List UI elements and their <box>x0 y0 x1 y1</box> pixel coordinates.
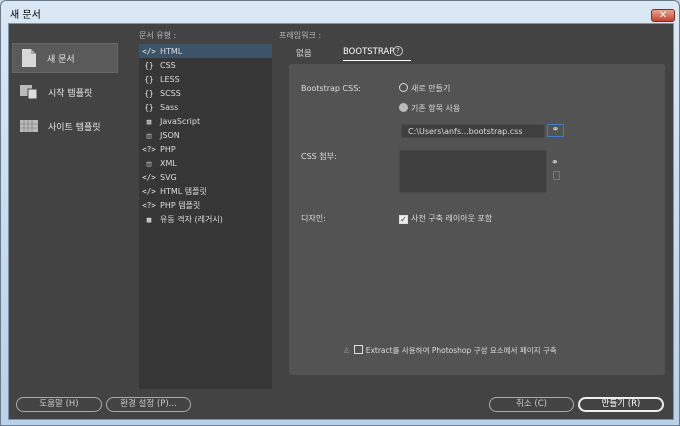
doc-type-label: 유동 격자 (레거시) <box>160 214 223 224</box>
doc-type-icon: ▦ <box>146 214 152 224</box>
doc-type-icon: {} <box>144 74 154 84</box>
extract-icon: ♙ <box>343 346 350 355</box>
design-label: 디자인: <box>301 214 326 223</box>
doc-type-item[interactable]: {} SCSS <box>139 86 272 100</box>
doc-type-icon: ◫ <box>146 130 152 140</box>
doc-type-label: JSON <box>160 130 180 140</box>
doc-type-icon: {} <box>144 102 154 112</box>
radio-create-new[interactable]: 새로 만들기 <box>399 83 450 94</box>
doc-type-label: PHP <box>160 144 176 154</box>
doc-type-item[interactable]: <?> PHP 템플릿 <box>139 198 272 212</box>
doc-type-item[interactable]: {} Sass <box>139 100 272 114</box>
doc-type-item[interactable]: </> SVG <box>139 170 272 184</box>
prebuilt-layout-checkbox[interactable]: ✓ 사전 구축 레이아웃 포함 <box>399 213 492 224</box>
doc-type-label: Sass <box>160 102 179 112</box>
dialog-content: 새 문서 시작 템플릿 사이트 템플릿 문서 유형 : </> HTML {} CSS… <box>8 23 674 420</box>
doc-type-icon: </> <box>142 172 156 182</box>
doc-type-icon: </> <box>142 46 156 56</box>
doc-type-icon: ◫ <box>146 158 152 168</box>
bootstrap-css-label: Bootstrap CSS: <box>301 84 361 93</box>
sidebar-item-site-templates[interactable]: 사이트 템플릿 <box>12 111 118 141</box>
trash-icon[interactable] <box>553 171 560 180</box>
bootstrap-panel: Bootstrap CSS: 새로 만들기 기존 항목 사용 C:\Users\… <box>289 64 665 375</box>
sidebar-item-label: 시작 템플릿 <box>48 88 93 99</box>
doc-type-label: SCSS <box>160 88 181 98</box>
link-icon[interactable]: ⚭ <box>547 124 564 137</box>
radio-icon <box>399 83 408 92</box>
tab-none[interactable]: 없음 <box>296 47 312 59</box>
tab-label: BOOTSTRAP <box>343 47 395 57</box>
sidebar-item-label: 사이트 템플릿 <box>48 122 101 133</box>
doc-type-list[interactable]: </> HTML {} CSS {} LESS {} SCSS {} Sass ▨ JavaScrip… <box>139 44 272 389</box>
doc-type-item[interactable]: ◫ XML <box>139 156 272 170</box>
css-attach-label: CSS 첨부: <box>301 152 337 161</box>
checkbox-label: Extract를 사용하여 Photoshop 구성 요소에서 페이지 구축 <box>365 346 557 355</box>
doc-type-label: CSS <box>160 60 176 70</box>
doc-type-icon: </> <box>142 186 156 196</box>
checkbox-icon <box>353 345 363 354</box>
doc-type-item[interactable]: {} LESS <box>139 72 272 86</box>
help-icon[interactable]: ? <box>393 46 403 56</box>
checkbox-label: 사전 구축 레이아웃 포함 <box>411 214 493 223</box>
doc-type-label: LESS <box>160 74 180 84</box>
doc-type-label: JavaScript <box>160 116 201 126</box>
checkmark-icon: ✓ <box>399 215 408 224</box>
window-title: 새 문서 <box>10 10 41 21</box>
starter-templates-icon <box>20 85 38 100</box>
doc-type-icon: {} <box>144 60 154 70</box>
site-templates-icon <box>20 120 38 132</box>
css-path-field[interactable]: C:\Users\anfs...bootstrap.css <box>401 124 545 138</box>
dialog-window: 새 문서 ✕ 새 문서 시작 템플릿 사이트 템플릿 문서 유형 : </> HT… <box>0 0 680 426</box>
radio-use-existing[interactable]: 기존 항목 사용 <box>399 103 460 114</box>
radio-icon <box>399 103 408 112</box>
doc-type-icon: {} <box>144 88 154 98</box>
radio-label: 새로 만들기 <box>411 84 451 93</box>
sidebar-item-new-document[interactable]: 새 문서 <box>12 43 118 73</box>
close-icon[interactable]: ✕ <box>651 9 675 22</box>
doc-type-item[interactable]: </> HTML <box>139 44 272 58</box>
doc-type-item[interactable]: {} CSS <box>139 58 272 72</box>
create-button[interactable]: 만들기 (R) <box>578 397 664 412</box>
radio-label: 기존 항목 사용 <box>411 104 461 113</box>
doc-type-item[interactable]: </> HTML 템플릿 <box>139 184 272 198</box>
doc-type-label: XML <box>160 158 177 168</box>
doc-type-icon: <?> <box>142 200 156 210</box>
doc-type-item[interactable]: ▦ 유동 격자 (레거시) <box>139 212 272 226</box>
doc-type-label: HTML 템플릿 <box>160 186 207 196</box>
sidebar-item-starter-templates[interactable]: 시작 템플릿 <box>12 77 118 107</box>
doc-type-item[interactable]: ▨ JavaScript <box>139 114 272 128</box>
doc-type-icon: <?> <box>142 144 156 154</box>
help-button[interactable]: 도움말 (H) <box>16 397 102 412</box>
doc-type-header: 문서 유형 : <box>139 31 177 40</box>
preferences-button[interactable]: 환경 설정 (P)... <box>106 397 191 412</box>
cancel-button[interactable]: 취소 (C) <box>489 397 574 412</box>
extract-checkbox[interactable]: ♙ Extract를 사용하여 Photoshop 구성 요소에서 페이지 구축 <box>343 345 557 356</box>
attach-link-icon[interactable]: ⚭ <box>551 158 559 168</box>
doc-type-item[interactable]: <?> PHP <box>139 142 272 156</box>
sidebar-item-label: 새 문서 <box>47 54 75 65</box>
doc-type-icon: ▨ <box>146 116 152 126</box>
new-document-icon <box>22 49 36 67</box>
doc-type-label: SVG <box>160 172 177 182</box>
doc-type-label: HTML <box>160 46 183 56</box>
css-attach-list[interactable] <box>399 150 547 193</box>
framework-header: 프레임워크 : <box>279 31 322 40</box>
doc-type-label: PHP 템플릿 <box>160 200 201 210</box>
doc-type-item[interactable]: ◫ JSON <box>139 128 272 142</box>
